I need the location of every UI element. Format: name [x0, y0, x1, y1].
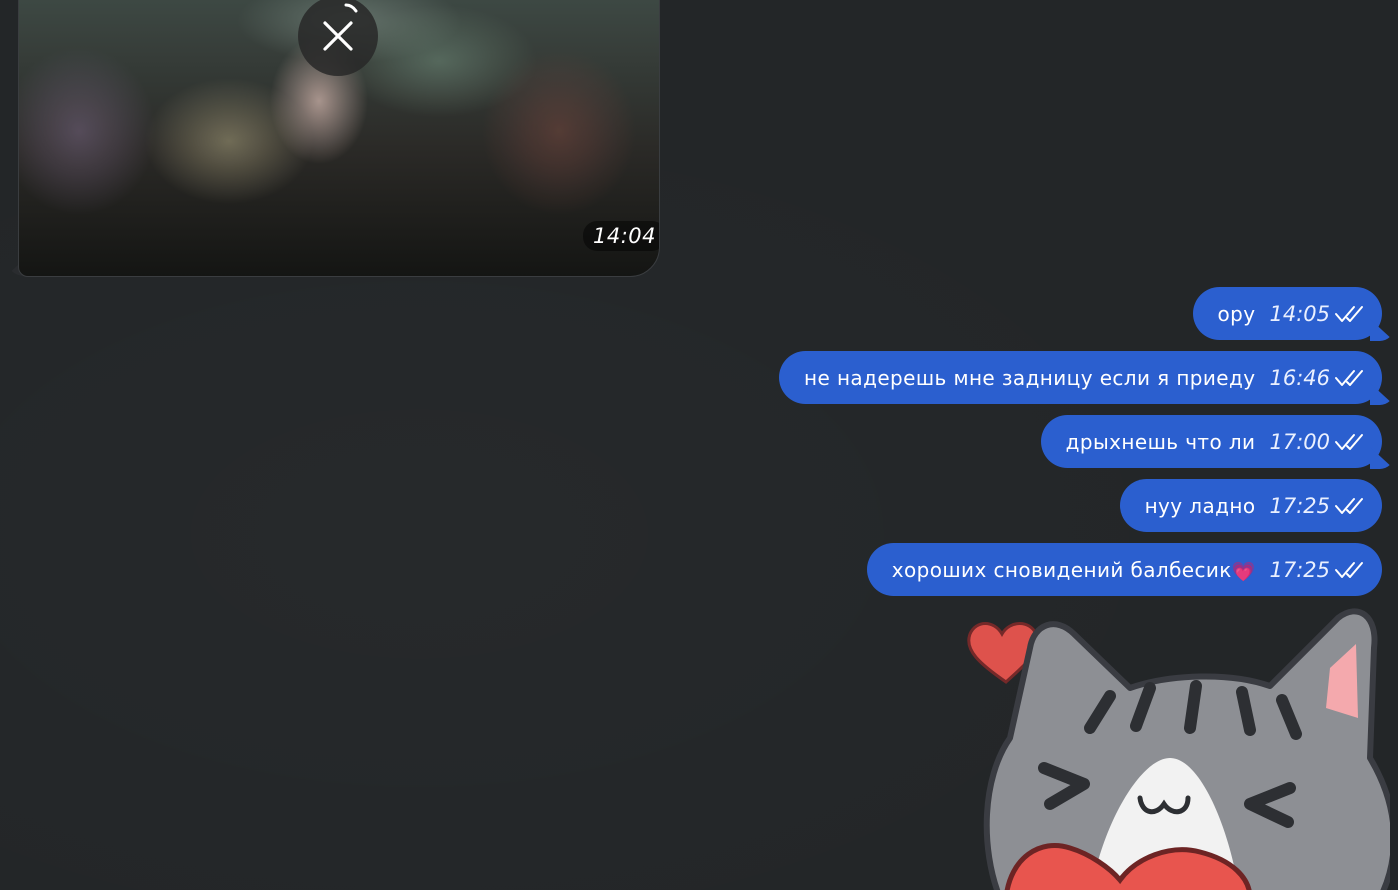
message-time: 17:00	[1269, 429, 1330, 454]
outgoing-message[interactable]: не надерешь мне задницу если я приеду 16…	[779, 351, 1382, 404]
message-time: 17:25	[1269, 557, 1330, 582]
message-text: нуу ладно	[1144, 493, 1256, 518]
message-text: не надерешь мне задницу если я приеду	[804, 365, 1256, 390]
close-icon	[323, 21, 353, 51]
message-text: ору	[1217, 301, 1256, 326]
media-timestamp: 14:04	[583, 221, 659, 251]
double-check-icon	[1334, 304, 1366, 324]
outgoing-message[interactable]: дрыхнешь что ли 17:00	[1040, 415, 1382, 468]
chat-area: 14:04 ору 14:05 не надерешь мне задницу …	[0, 0, 1398, 890]
message-time: 16:46	[1269, 365, 1330, 390]
cat-with-heart-sticker[interactable]	[960, 608, 1390, 890]
download-progress-icon	[344, 3, 358, 13]
outgoing-bubble-tail	[1370, 319, 1394, 341]
double-check-icon	[1334, 560, 1366, 580]
outgoing-message[interactable]: хороших сновидений балбесик 💗 17:25	[866, 543, 1382, 596]
outgoing-bubble-tail	[1370, 447, 1394, 469]
message-time: 17:25	[1269, 493, 1330, 518]
cat-icon	[983, 608, 1390, 890]
pink-heart-emoji: 💗	[1231, 560, 1256, 583]
outgoing-message[interactable]: ору 14:05	[1192, 287, 1382, 340]
outgoing-bubble-tail	[1370, 383, 1394, 405]
double-check-icon	[1334, 496, 1366, 516]
outgoing-message[interactable]: нуу ладно 17:25	[1119, 479, 1382, 532]
message-text: дрыхнешь что ли	[1065, 429, 1256, 454]
double-check-icon	[1334, 368, 1366, 388]
message-time: 14:05	[1269, 301, 1330, 326]
message-text: хороших сновидений балбесик	[891, 557, 1232, 582]
double-check-icon	[1334, 432, 1366, 452]
